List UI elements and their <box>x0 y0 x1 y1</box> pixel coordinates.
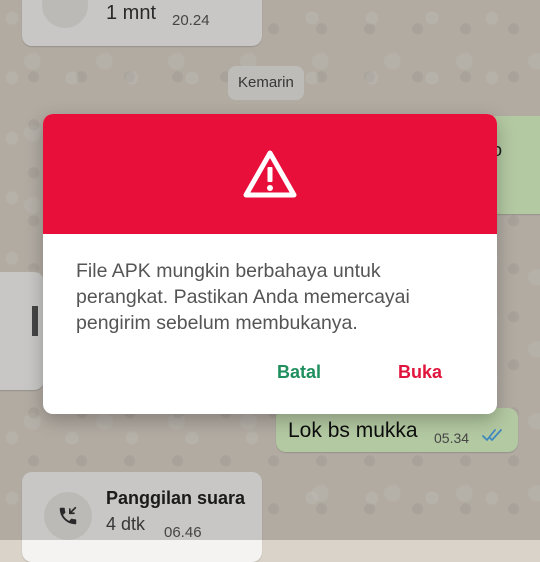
apk-warning-dialog: File APK mungkin berbahaya untuk perangk… <box>43 114 497 414</box>
warning-triangle-icon <box>243 150 297 198</box>
dialog-message: File APK mungkin berbahaya untuk perangk… <box>76 260 410 334</box>
cancel-button[interactable]: Batal <box>269 356 329 389</box>
open-button[interactable]: Buka <box>390 356 450 389</box>
dialog-header <box>43 114 497 234</box>
